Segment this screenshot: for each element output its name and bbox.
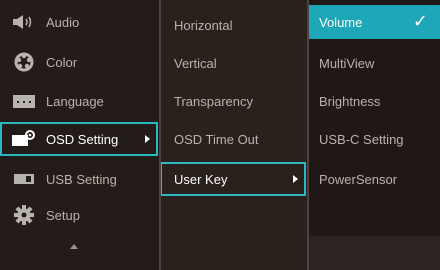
menu-item-osd-setting[interactable]: OSD Setting (0, 122, 158, 156)
option-label: Volume (319, 14, 363, 30)
language-keyboard-icon (12, 92, 36, 110)
submenu: Horizontal Vertical Transparency OSD Tim… (160, 0, 308, 270)
column-divider (307, 0, 309, 270)
column-divider (159, 0, 161, 270)
menu-item-language[interactable]: Language (0, 84, 158, 118)
options-list: Volume ✓ MultiView Brightness USB-C Sett… (308, 0, 440, 270)
menu-item-label: OSD Setting (46, 131, 119, 147)
monitor-osd-menu: Audio Color Language OSD Setting USB Set… (0, 0, 440, 270)
submenu-item-label: User Key (174, 171, 228, 187)
submenu-item-transparency[interactable]: Transparency (160, 84, 306, 118)
bottom-band (308, 236, 440, 270)
checkmark-icon: ✓ (412, 11, 428, 31)
submenu-item-user-key[interactable]: User Key (160, 162, 306, 196)
gear-icon (12, 205, 36, 225)
option-usb-c-setting[interactable]: USB-C Setting (308, 122, 440, 156)
submenu-item-label: OSD Time Out (174, 131, 259, 147)
usb-icon (12, 170, 36, 188)
option-brightness[interactable]: Brightness (308, 84, 440, 118)
option-multiview[interactable]: MultiView (308, 46, 440, 80)
menu-item-usb-setting[interactable]: USB Setting (0, 162, 158, 196)
option-label: PowerSensor (319, 171, 398, 187)
submenu-item-label: Transparency (174, 93, 253, 109)
menu-item-label: Audio (46, 14, 80, 30)
option-label: MultiView (319, 55, 375, 71)
option-label: Brightness (319, 93, 381, 109)
menu-item-color[interactable]: Color (0, 45, 158, 79)
speaker-icon (12, 13, 36, 31)
main-menu: Audio Color Language OSD Setting USB Set… (0, 0, 160, 270)
option-powersensor[interactable]: PowerSensor (308, 162, 440, 196)
submenu-item-label: Horizontal (174, 17, 233, 33)
submenu-item-horizontal[interactable]: Horizontal (160, 8, 306, 42)
option-volume[interactable]: Volume ✓ (308, 5, 440, 39)
chevron-right-icon (293, 175, 298, 183)
menu-item-label: USB Setting (46, 171, 117, 187)
menu-item-audio[interactable]: Audio (0, 5, 158, 39)
menu-item-label: Setup (46, 207, 80, 223)
menu-item-setup[interactable]: Setup (0, 198, 158, 232)
submenu-item-label: Vertical (174, 55, 217, 71)
chevron-right-icon (145, 135, 150, 143)
submenu-item-osd-time-out[interactable]: OSD Time Out (160, 122, 306, 156)
menu-item-label: Language (46, 93, 104, 109)
osd-settings-icon (12, 130, 36, 148)
color-palette-icon (12, 52, 36, 72)
scroll-up-arrow-icon[interactable] (70, 244, 78, 249)
menu-item-label: Color (46, 54, 78, 70)
option-label: USB-C Setting (319, 131, 404, 147)
submenu-item-vertical[interactable]: Vertical (160, 46, 306, 80)
